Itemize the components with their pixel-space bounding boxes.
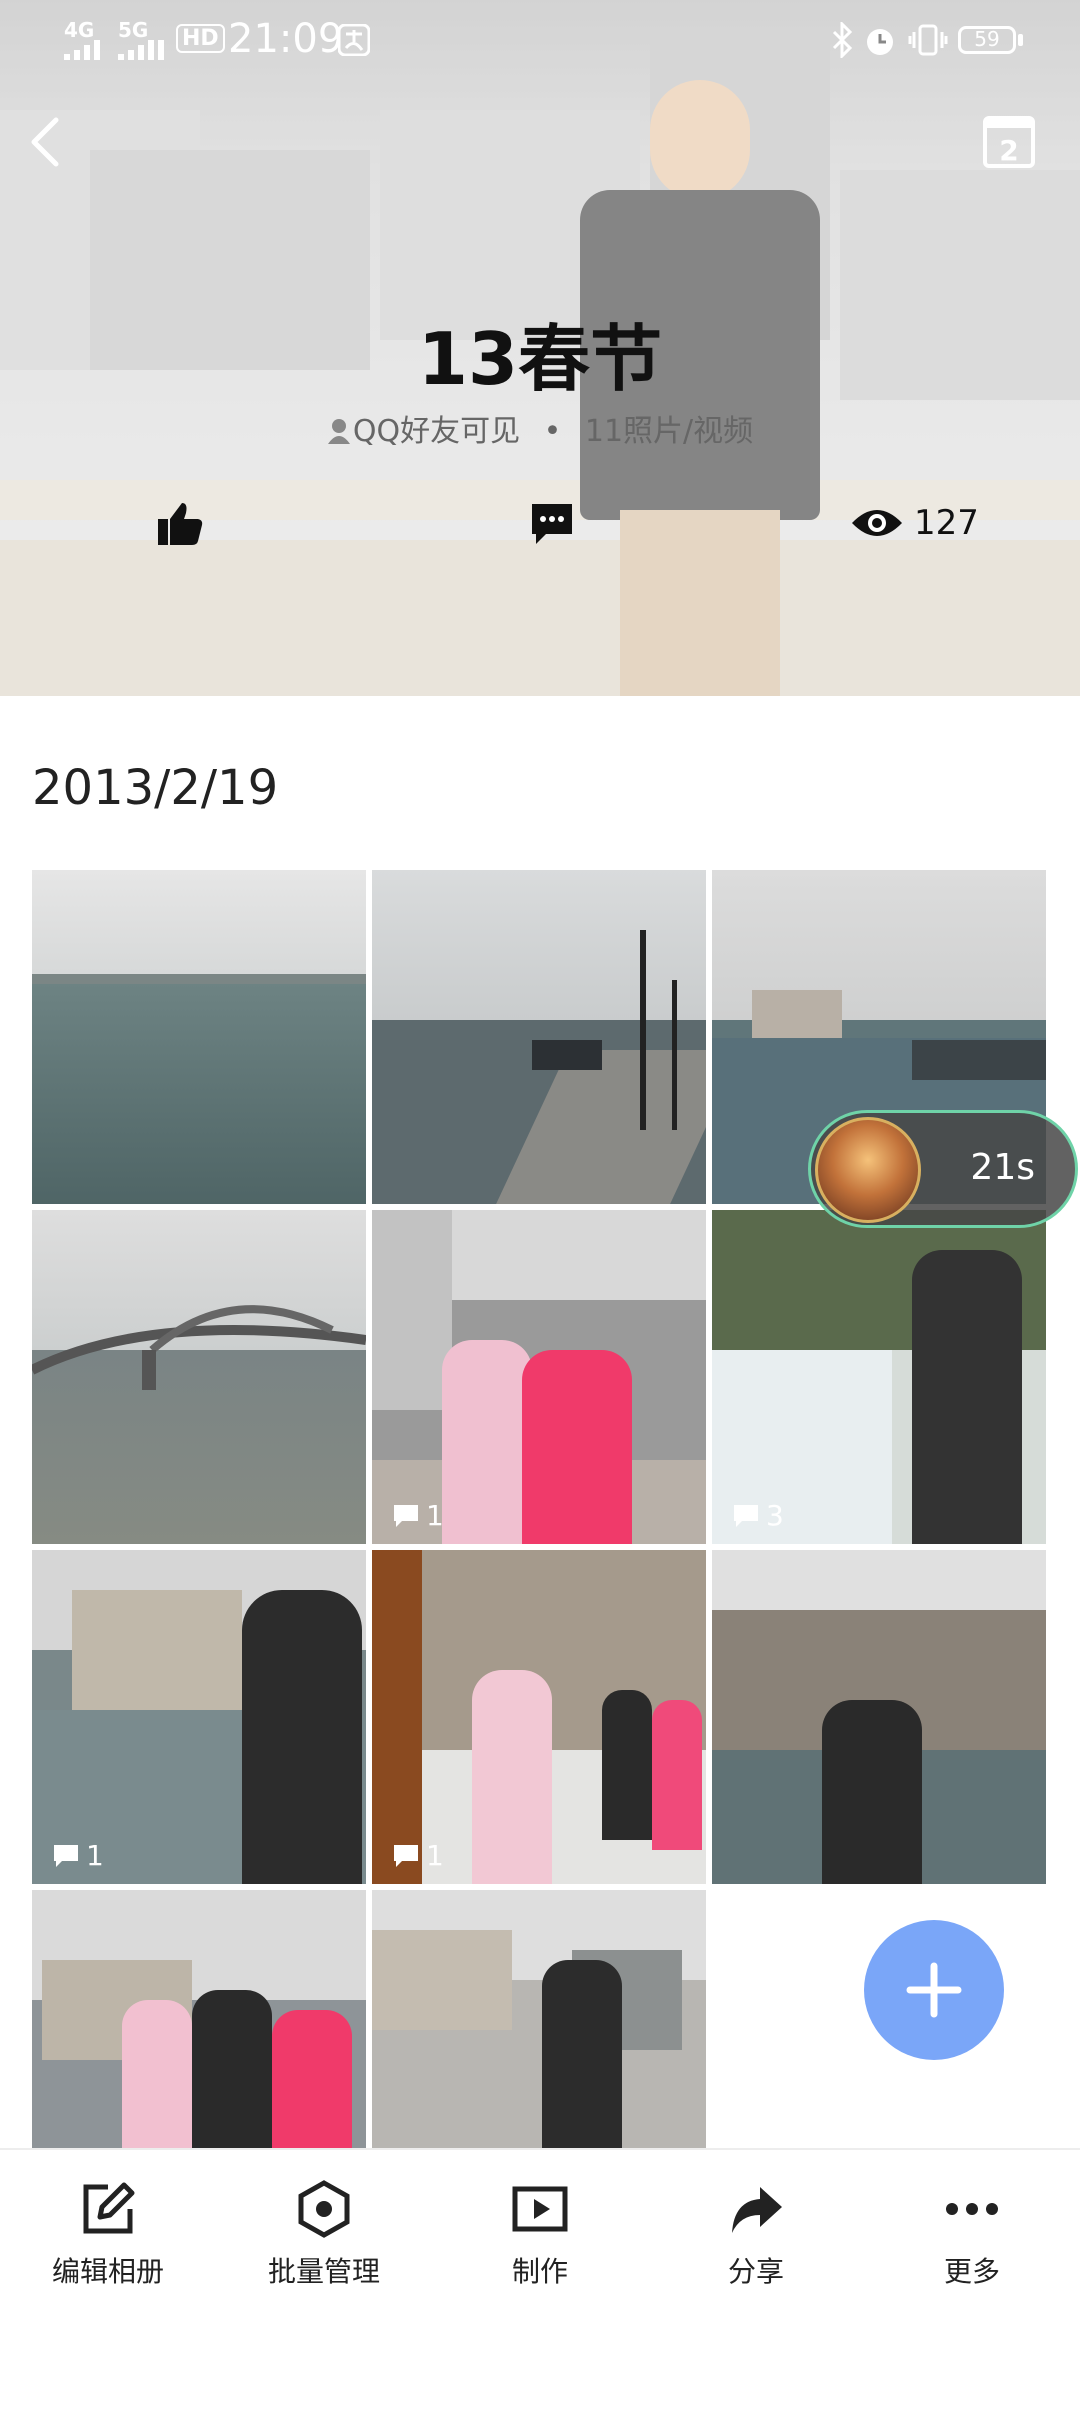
- alipay-icon: [338, 24, 370, 56]
- status-bar: 4G 5G HD 21:09 59: [0, 0, 1080, 80]
- photo-thumbnail[interactable]: 1: [372, 1210, 706, 1544]
- more-button[interactable]: 更多: [864, 2174, 1080, 2290]
- svg-text:2: 2: [999, 134, 1018, 167]
- signal-icon-2: [118, 40, 164, 60]
- photo-thumbnail[interactable]: [32, 1890, 366, 2148]
- battery-level: 59: [974, 27, 1000, 51]
- meta-separator: •: [543, 414, 562, 449]
- calendar-button[interactable]: 2: [980, 108, 1040, 172]
- photo-thumbnail[interactable]: 3: [712, 1210, 1046, 1544]
- more-dots-icon: [946, 2203, 998, 2215]
- comment-icon: [532, 504, 572, 544]
- photo-count: 11照片/视频: [584, 414, 754, 449]
- comment-icon: [394, 1504, 418, 1527]
- game-avatar: [815, 1117, 921, 1223]
- comment-count: 1: [52, 1839, 104, 1872]
- comment-button[interactable]: [512, 488, 592, 558]
- person-icon: [327, 419, 350, 444]
- edit-album-label: 编辑相册: [51, 2255, 164, 2288]
- comment-icon: [54, 1844, 78, 1867]
- visibility-label: QQ好友可见: [352, 414, 521, 449]
- play-video-icon: [512, 2186, 568, 2232]
- photo-thumbnail[interactable]: [712, 1550, 1046, 1884]
- vibrate-icon: [908, 24, 948, 56]
- network-5g-label: 5G: [118, 18, 149, 42]
- hexagon-settings-icon: [298, 2180, 350, 2238]
- clock: 21:09: [228, 16, 344, 62]
- bottom-action-bar: 编辑相册 批量管理 制作 分享 更多: [0, 2148, 1080, 2410]
- photo-thumbnail[interactable]: [372, 1890, 706, 2148]
- plus-icon: [906, 1962, 962, 2018]
- network-4g-label: 4G: [64, 18, 95, 42]
- bridge: [32, 1305, 366, 1390]
- thumbs-up-icon: [158, 503, 203, 545]
- photo-thumbnail[interactable]: 1: [32, 1550, 366, 1884]
- make-label: 制作: [511, 2255, 568, 2288]
- photo-thumbnail[interactable]: [32, 1210, 366, 1544]
- views-count: 127: [914, 503, 979, 543]
- photo-thumbnail[interactable]: [372, 870, 706, 1204]
- back-arrow-icon: [31, 117, 59, 167]
- like-button[interactable]: [140, 488, 220, 558]
- signal-icon: [64, 40, 100, 60]
- batch-manage-label: 批量管理: [267, 2255, 380, 2288]
- comment-count: 3: [732, 1499, 784, 1532]
- more-label: 更多: [943, 2255, 1000, 2288]
- album-meta: QQ好友可见 • 11照片/视频: [0, 406, 1080, 450]
- alarm-icon: [867, 29, 893, 55]
- date-group-label: 2013/2/19: [32, 760, 279, 816]
- battery-icon: 59: [958, 26, 1016, 54]
- album-title: 13春节: [417, 317, 663, 401]
- edit-icon: [83, 2182, 135, 2234]
- comment-count: 1: [392, 1839, 444, 1872]
- hd-badge: HD: [176, 24, 225, 53]
- share-arrow-icon: [732, 2187, 782, 2233]
- timer-text: 21s: [970, 1147, 1035, 1188]
- floating-game-timer[interactable]: 21s: [808, 1110, 1078, 1228]
- bluetooth-icon: [832, 22, 853, 58]
- make-button[interactable]: 制作: [432, 2174, 648, 2290]
- share-button[interactable]: 分享: [648, 2174, 864, 2290]
- batch-manage-button[interactable]: 批量管理: [216, 2174, 432, 2290]
- back-button[interactable]: [18, 108, 78, 172]
- views-indicator: 127: [850, 488, 990, 558]
- edit-album-button[interactable]: 编辑相册: [0, 2174, 216, 2290]
- photo-thumbnail[interactable]: [32, 870, 366, 1204]
- photo-thumbnail[interactable]: 1: [372, 1550, 706, 1884]
- calendar-icon: 2: [983, 116, 1035, 168]
- comment-icon: [734, 1504, 758, 1527]
- add-photo-button[interactable]: [864, 1920, 1004, 2060]
- comment-icon: [394, 1844, 418, 1867]
- eye-icon: [852, 510, 902, 536]
- comment-count: 1: [392, 1499, 444, 1532]
- share-label: 分享: [727, 2255, 784, 2288]
